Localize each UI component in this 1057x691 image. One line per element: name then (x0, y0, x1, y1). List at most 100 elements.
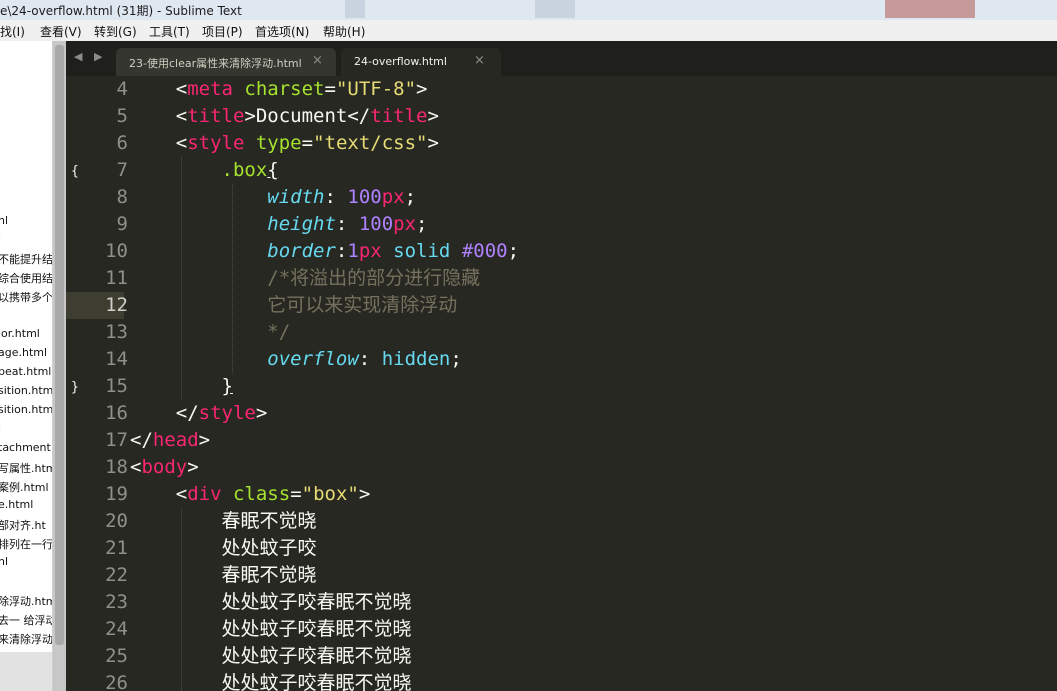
code-line[interactable]: /*将溢出的部分进行隐藏 (130, 265, 480, 292)
line-number: 21 (105, 537, 128, 559)
code-line[interactable]: 春眠不觉晓 (130, 508, 317, 535)
code-line[interactable]: .box{ (130, 157, 279, 184)
code-line[interactable]: 处处蚊子咬春眠不觉晓 (130, 589, 412, 616)
code-token: meta (187, 78, 233, 100)
code-token: >Document</ (244, 105, 371, 127)
code-line[interactable]: <meta charset="UTF-8"> (130, 76, 428, 103)
file-sidebar: nl l 不能提升结 综合使用结 以携带多个 lor.html age.html… (0, 41, 53, 691)
code-token: 处处蚊子咬春眠不觉晓 (130, 618, 412, 640)
sidebar-file[interactable]: tachment. (0, 441, 52, 454)
sidebar-file[interactable]: 以携带多个 (0, 289, 52, 305)
code-line[interactable]: 处处蚊子咬春眠不觉晓 (130, 670, 412, 691)
menu-find[interactable]: 找(I) (0, 23, 25, 40)
sidebar-file[interactable]: sition.htm (0, 384, 52, 397)
code-token: hidden (381, 348, 451, 370)
code-line[interactable]: } (130, 373, 233, 400)
line-number: 25 (105, 645, 128, 667)
code-line[interactable]: 处处蚊子咬春眠不觉晓 (130, 616, 412, 643)
code-token: 1 (347, 240, 359, 262)
sidebar-scrollbar-thumb[interactable] (55, 45, 64, 645)
sidebar-file[interactable]: 去一 给浮动 (0, 612, 52, 628)
sidebar-file[interactable]: 部对齐.ht (0, 517, 46, 533)
code-token: = (301, 132, 314, 154)
code-line[interactable]: 春眠不觉晓 (130, 562, 317, 589)
code-token: 100 (358, 213, 394, 235)
tab-23-clear[interactable]: 23-使用clear属性来清除浮动.html × (116, 48, 336, 76)
menu-project[interactable]: 项目(P) (202, 23, 243, 40)
menu-goto[interactable]: 转到(G) (94, 23, 137, 40)
code-line[interactable]: <style type="text/css"> (130, 130, 439, 157)
code-area[interactable]: <meta charset="UTF-8"> < title>Document</… (130, 76, 1057, 691)
code-token: { (267, 159, 279, 181)
close-icon[interactable]: × (474, 53, 485, 68)
close-icon[interactable]: × (312, 53, 323, 68)
sidebar-file[interactable]: sition.htm (0, 403, 52, 416)
code-line[interactable]: <div class="box"> (130, 481, 371, 508)
code-line[interactable]: <title>Document</title> (130, 103, 439, 130)
menu-view[interactable]: 查看(V) (40, 23, 82, 40)
line-number: 19 (105, 483, 128, 505)
menu-preferences[interactable]: 首选项(N) (255, 23, 309, 40)
line-number: 22 (105, 564, 128, 586)
code-token: > (427, 132, 439, 154)
menu-help[interactable]: 帮助(H) (323, 23, 365, 40)
sidebar-file[interactable]: l (0, 233, 1, 246)
code-token: > (198, 429, 211, 451)
code-line[interactable]: 处处蚊子咬春眠不觉晓 (130, 643, 412, 670)
sidebar-file[interactable]: nl (0, 214, 8, 227)
sidebar-file[interactable]: age.html (0, 346, 47, 359)
code-token: 100 (347, 186, 382, 208)
code-token: charset (244, 78, 325, 100)
code-token: "text/css" (313, 132, 428, 154)
line-number: 13 (105, 321, 128, 343)
menu-bar: 找(I) 查看(V) 转到(G) 工具(T) 项目(P) 首选项(N) 帮助(H… (0, 20, 1057, 42)
code-token: 处处蚊子咬 (130, 537, 317, 559)
sidebar-scrollbar[interactable] (53, 41, 66, 691)
code-token: overflow (267, 348, 359, 370)
menu-tools[interactable]: 工具(T) (149, 23, 190, 40)
line-number: 18 (105, 456, 128, 478)
code-line[interactable]: height: 100px; (130, 211, 427, 238)
code-line[interactable]: overflow: hidden; (130, 346, 462, 373)
sidebar-file[interactable]: lor.html (0, 327, 40, 340)
sidebar-file[interactable]: 排列在一行 (0, 536, 52, 552)
sidebar-file[interactable]: peat.html (0, 365, 51, 378)
line-number: 16 (105, 402, 128, 424)
code-token: </ (130, 429, 153, 451)
code-line[interactable]: 它可以来实现清除浮动 (130, 292, 457, 319)
sidebar-file[interactable]: 不能提升结 (0, 251, 52, 267)
sidebar-file[interactable]: 来清除浮动 (0, 631, 52, 647)
sidebar-file[interactable]: 案例.html (0, 479, 49, 495)
sidebar-file[interactable]: 写属性.htm (0, 460, 52, 476)
code-line[interactable]: width: 100px; (130, 184, 416, 211)
code-token: style (198, 402, 256, 424)
code-line[interactable]: */ (130, 319, 290, 346)
code-line[interactable]: <body> (130, 454, 199, 481)
sidebar-file[interactable]: 除浮动.htm (0, 593, 52, 609)
tab-nav-arrows-icon[interactable]: ◀ ▶ (74, 50, 106, 63)
tab-24-overflow[interactable]: 24-overflow.html × (341, 48, 501, 76)
code-line[interactable]: 处处蚊子咬 (130, 535, 317, 562)
sidebar-file[interactable]: nl (0, 555, 8, 568)
line-number: 7 (116, 159, 128, 181)
sidebar-file[interactable]: l (0, 422, 1, 435)
code-token: < (130, 483, 188, 505)
code-token: > (187, 456, 199, 478)
code-token: title (187, 105, 245, 127)
code-token: < (130, 78, 188, 100)
code-line[interactable]: </style> (130, 400, 268, 427)
code-token: : (358, 348, 382, 370)
sidebar-file[interactable]: e.html (0, 498, 33, 511)
blurred-region (885, 0, 975, 18)
sidebar-file[interactable]: 综合使用结 (0, 270, 52, 286)
code-token: > (427, 105, 439, 127)
code-line[interactable]: border:1px solid #000; (130, 238, 519, 265)
code-editor[interactable]: { } 4 5 6 7 8 9 10 11 12 13 14 15 16 17 18 19 20 21 22 23 24… (66, 76, 1057, 691)
blurred-region (535, 0, 575, 18)
code-line[interactable]: </head> (130, 427, 210, 454)
